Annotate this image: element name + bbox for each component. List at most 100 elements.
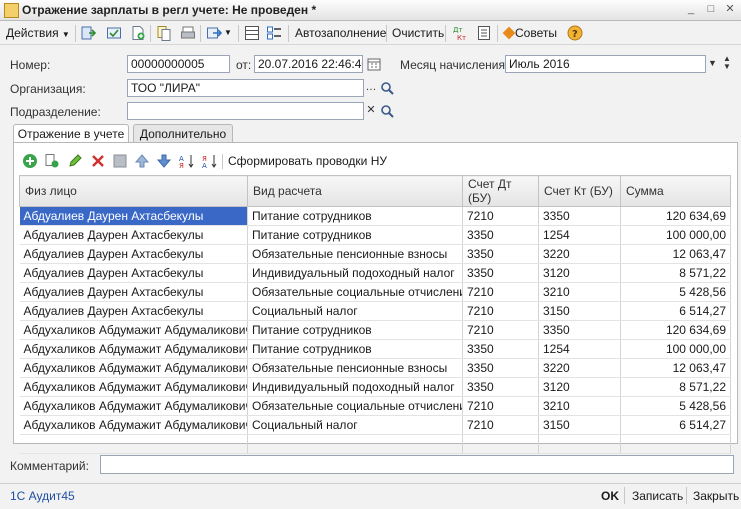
table-row[interactable]: Абдуалиев Даурен Ахтасбекулы Обязательные… <box>19 244 731 264</box>
cell-debit[interactable]: 7210 <box>462 206 539 226</box>
cell-calc-type[interactable]: Обязательные пенсионные взносы <box>247 244 463 264</box>
cell-credit[interactable]: 1254 <box>538 339 621 359</box>
cell-calc-type[interactable]: Социальный налог <box>247 415 463 435</box>
copy-document-icon[interactable] <box>156 25 172 41</box>
dropdown-arrow-icon[interactable]: ▼ <box>706 55 719 73</box>
copy-row-icon[interactable] <box>44 153 60 169</box>
cell-credit[interactable]: 3220 <box>538 244 621 264</box>
open-icon[interactable] <box>379 80 395 96</box>
cell-person[interactable]: Абдухаликов Абдумажит Абдумаликович <box>19 415 248 435</box>
table-row[interactable]: Абдуалиев Даурен Ахтасбекулы Социальный н… <box>19 301 731 321</box>
number-field[interactable]: 00000000005 <box>127 55 230 73</box>
cell-amount[interactable]: 120 634,69 <box>620 320 731 340</box>
sort-ascending-icon[interactable]: АЯ <box>179 153 195 169</box>
tab-additional[interactable]: Дополнительно <box>133 124 233 143</box>
spin-buttons-icon[interactable]: ▲ ▼ <box>720 55 734 73</box>
minimize-icon[interactable]: _ <box>684 3 698 16</box>
cell-debit[interactable]: 7210 <box>462 396 539 416</box>
print-icon[interactable] <box>180 25 196 41</box>
delete-icon[interactable] <box>90 153 106 169</box>
cell-credit[interactable]: 3350 <box>538 206 621 226</box>
column-header-person[interactable]: Физ лицо <box>19 175 248 207</box>
advice-button[interactable]: Советы <box>502 25 557 41</box>
app-link[interactable]: 1С Аудит45 <box>10 489 75 503</box>
cell-amount[interactable]: 6 514,27 <box>620 415 731 435</box>
cell-amount[interactable]: 5 428,56 <box>620 396 731 416</box>
cell-person[interactable]: Абдуалиев Даурен Ахтасбекулы <box>19 206 248 226</box>
cell-person[interactable]: Абдуалиев Даурен Ахтасбекулы <box>19 225 248 245</box>
cell-credit[interactable]: 3150 <box>538 415 621 435</box>
column-header-amount[interactable]: Сумма <box>620 175 731 207</box>
cell-calc-type[interactable]: Питание сотрудников <box>247 320 463 340</box>
help-icon[interactable]: ? <box>567 25 583 41</box>
cell-debit[interactable]: 3350 <box>462 263 539 283</box>
date-field[interactable]: 20.07.2016 22:46:40 <box>254 55 363 73</box>
ok-button[interactable]: OK <box>601 489 619 503</box>
organization-field[interactable]: ТОО "ЛИРА" <box>127 79 364 97</box>
cell-debit[interactable]: 7210 <box>462 320 539 340</box>
cell-calc-type[interactable]: Индивидуальный подоходный налог <box>247 377 463 397</box>
cell-credit[interactable]: 3120 <box>538 377 621 397</box>
sort-descending-icon[interactable]: ЯА <box>202 153 218 169</box>
journal-icon[interactable] <box>476 25 492 41</box>
cell-amount[interactable]: 12 063,47 <box>620 358 731 378</box>
cell-person[interactable]: Абдуалиев Даурен Ахтасбекулы <box>19 282 248 302</box>
column-header-debit[interactable]: Счет Дт (БУ) <box>462 175 539 207</box>
actions-menu[interactable]: Действия ▼ <box>6 25 70 41</box>
open-icon[interactable] <box>379 103 395 119</box>
cell-person[interactable]: Абдухаликов Абдумажит Абдумаликович <box>19 377 248 397</box>
cell-credit[interactable]: 3350 <box>538 320 621 340</box>
new-document-icon[interactable] <box>130 25 146 41</box>
postings-icon[interactable] <box>266 25 282 41</box>
table-row[interactable]: Абдухаликов Абдумажит Абдумаликович Социа… <box>19 415 731 435</box>
cell-person[interactable]: Абдуалиев Даурен Ахтасбекулы <box>19 301 248 321</box>
cell-debit[interactable]: 3350 <box>462 225 539 245</box>
cell-calc-type[interactable]: Обязательные социальные отчисления <box>247 282 463 302</box>
cell-debit[interactable]: 3350 <box>462 339 539 359</box>
maximize-icon[interactable]: □ <box>704 3 718 16</box>
cell-person[interactable]: Абдухаликов Абдумажит Абдумаликович <box>19 320 248 340</box>
edit-icon[interactable] <box>67 153 83 169</box>
cell-amount[interactable]: 12 063,47 <box>620 244 731 264</box>
cell-amount[interactable]: 8 571,22 <box>620 263 731 283</box>
cell-credit[interactable]: 3120 <box>538 263 621 283</box>
tab-reflection[interactable]: Отражение в учете <box>13 124 129 144</box>
go-dropdown-icon[interactable]: ▼ <box>224 25 232 41</box>
post-icon[interactable] <box>106 25 122 41</box>
cell-debit[interactable]: 3350 <box>462 244 539 264</box>
cell-amount[interactable]: 120 634,69 <box>620 206 731 226</box>
cell-credit[interactable]: 3220 <box>538 358 621 378</box>
calendar-icon[interactable] <box>366 56 382 72</box>
cell-calc-type[interactable]: Обязательные пенсионные взносы <box>247 358 463 378</box>
move-down-icon[interactable] <box>156 153 172 169</box>
table-row[interactable]: Абдуалиев Даурен Ахтасбекулы Индивидуальн… <box>19 263 731 283</box>
department-field[interactable] <box>127 102 364 120</box>
cell-debit[interactable]: 3350 <box>462 358 539 378</box>
cell-calc-type[interactable]: Питание сотрудников <box>247 339 463 359</box>
cell-debit[interactable]: 7210 <box>462 415 539 435</box>
post-and-close-icon[interactable] <box>80 25 96 41</box>
clear-field-icon[interactable]: ✕ <box>364 102 378 120</box>
cell-calc-type[interactable]: Социальный налог <box>247 301 463 321</box>
autofill-button[interactable]: Автозаполнение <box>295 25 386 41</box>
go-icon[interactable] <box>206 25 222 41</box>
cell-amount[interactable]: 5 428,56 <box>620 282 731 302</box>
add-icon[interactable] <box>22 153 38 169</box>
table-row[interactable]: Абдуалиев Даурен Ахтасбекулы Питание сотр… <box>19 206 731 226</box>
column-header-credit[interactable]: Счет Кт (БУ) <box>538 175 621 207</box>
cell-credit[interactable]: 1254 <box>538 225 621 245</box>
comment-field[interactable] <box>100 455 734 474</box>
end-edit-icon[interactable] <box>112 153 128 169</box>
cell-credit[interactable]: 3150 <box>538 301 621 321</box>
select-button[interactable]: … <box>364 79 378 97</box>
cell-person[interactable]: Абдуалиев Даурен Ахтасбекулы <box>19 263 248 283</box>
cell-person[interactable]: Абдуалиев Даурен Ахтасбекулы <box>19 244 248 264</box>
cell-person[interactable]: Абдухаликов Абдумажит Абдумаликович <box>19 396 248 416</box>
cell-person[interactable]: Абдухаликов Абдумажит Абдумаликович <box>19 358 248 378</box>
tax-entries-button[interactable]: Сформировать проводки НУ <box>228 154 387 168</box>
cell-debit[interactable]: 3350 <box>462 377 539 397</box>
close-button[interactable]: Закрыть <box>693 489 739 503</box>
cell-calc-type[interactable]: Питание сотрудников <box>247 225 463 245</box>
cell-amount[interactable]: 100 000,00 <box>620 339 731 359</box>
cell-person[interactable]: Абдухаликов Абдумажит Абдумаликович <box>19 339 248 359</box>
